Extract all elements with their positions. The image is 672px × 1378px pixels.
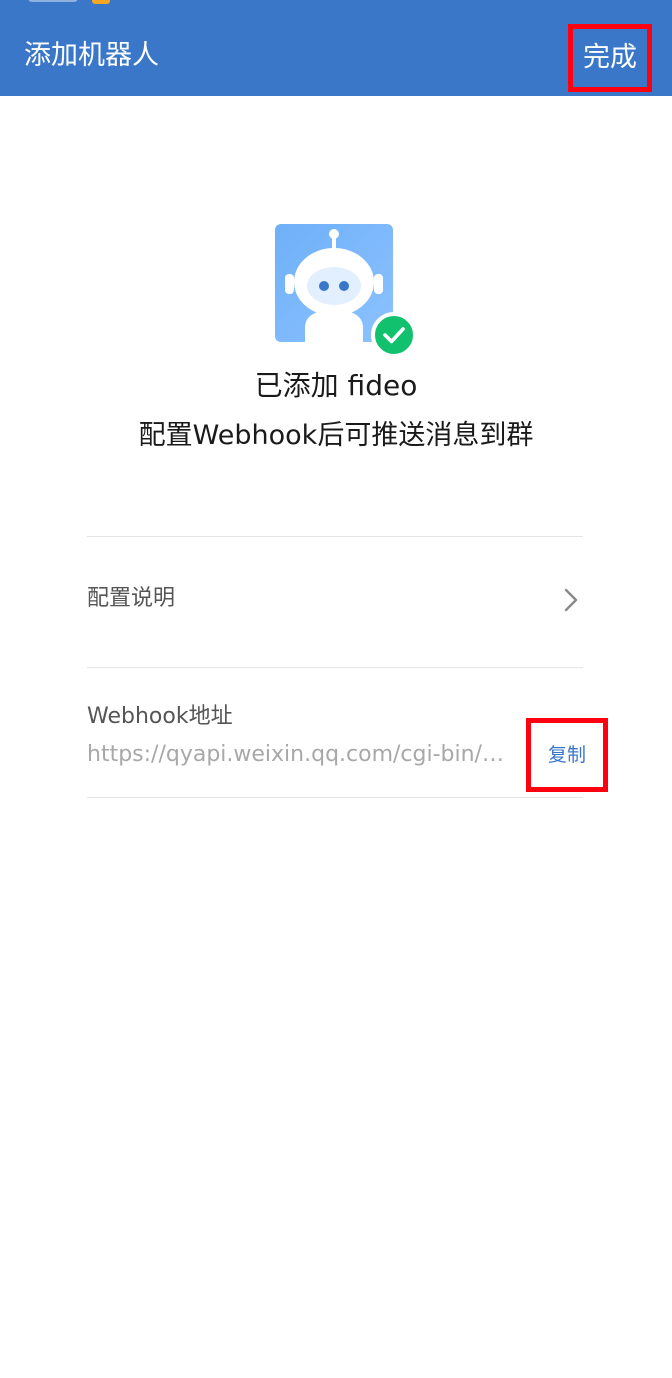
app-header: 添加机器人 完成	[0, 0, 672, 96]
status-bar	[0, 0, 672, 8]
copy-button[interactable]: 复制	[526, 718, 608, 792]
webhook-instruction: 配置Webhook后可推送消息到群	[138, 420, 534, 451]
page-title: 添加机器人	[24, 40, 159, 71]
config-instructions-label: 配置说明	[87, 586, 176, 611]
status-time	[28, 0, 78, 2]
divider	[87, 797, 583, 798]
notification-icon	[92, 0, 110, 4]
check-icon	[371, 312, 417, 358]
webhook-label: Webhook地址	[87, 704, 233, 729]
config-instructions-row[interactable]: 配置说明	[87, 537, 583, 667]
divider	[87, 667, 583, 668]
webhook-url: https://qyapi.weixin.qq.com/cgi-bin/…	[87, 742, 504, 767]
done-button[interactable]: 完成	[568, 24, 652, 92]
bot-added-message: 已添加 fideo	[254, 369, 418, 402]
chevron-right-icon	[564, 588, 578, 612]
